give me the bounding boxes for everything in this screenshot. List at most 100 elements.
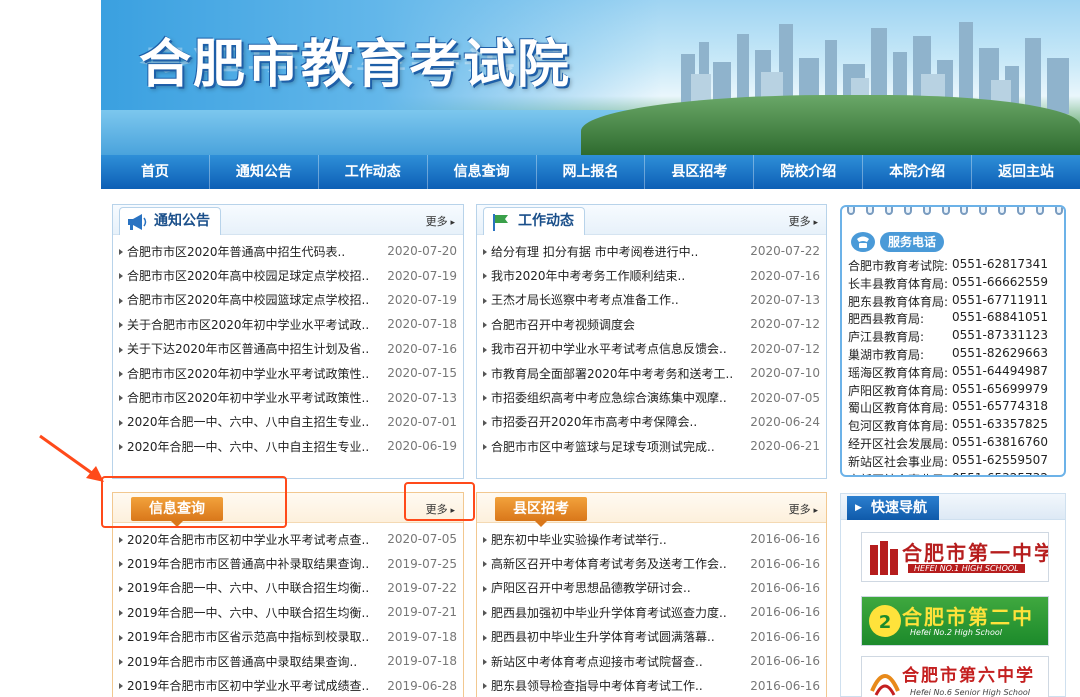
phone-number: 0551-65699979 bbox=[952, 381, 1048, 396]
phone-number: 0551-87331123 bbox=[952, 328, 1048, 343]
list-item[interactable]: 关于合肥市市区2020年初中学业水平考试政.. 2020-07-18 bbox=[113, 312, 463, 336]
list-item-title: 关于下达2020年市区普通高中招生计划及省.. bbox=[127, 342, 370, 357]
service-phone-row: 庐江县教育局: 0551-87331123 bbox=[848, 328, 1064, 346]
list-item-title: 肥东初中毕业实验操作考试举行.. bbox=[491, 532, 667, 547]
notices-title: 通知公告 bbox=[154, 213, 210, 229]
list-item[interactable]: 高新区召开中考体育考试考务及送考工作会.. 2016-06-16 bbox=[477, 551, 826, 575]
list-item-date: 2020-07-15 bbox=[387, 366, 457, 381]
list-item-title: 合肥市市区2020年初中学业水平考试政策性.. bbox=[127, 391, 370, 406]
list-item-title: 2019年合肥市市区普通高中补录取结果查询.. bbox=[127, 557, 370, 572]
list-item[interactable]: 新站区中考体育考点迎接市考试院督查.. 2016-06-16 bbox=[477, 649, 826, 673]
list-item[interactable]: 2019年合肥一中、六中、八中联合招生均衡.. 2019-07-21 bbox=[113, 600, 463, 624]
list-item[interactable]: 关于下达2020年市区普通高中招生计划及省.. 2020-07-16 bbox=[113, 337, 463, 361]
phone-number: 0551-65325732 bbox=[952, 471, 1048, 475]
work-updates-list: 给分有理 扣分有据 市中考阅卷进行中.. 2020-07-22 我市2020年中考考… bbox=[477, 235, 826, 459]
county-exams-panel: 县区招考 更多 肥东初中毕业实验操作考试举行..2016-06-16高新区召开中… bbox=[476, 492, 827, 697]
school-name: 合肥市第二中 bbox=[902, 605, 1034, 629]
list-item[interactable]: 肥东县领导检查指导中考体育考试工作.. 2016-06-16 bbox=[477, 673, 826, 697]
list-item-date: 2020-06-24 bbox=[750, 414, 820, 429]
list-item[interactable]: 我市2020年中考考务工作顺利结束.. 2020-07-16 bbox=[477, 263, 826, 287]
list-item[interactable]: 合肥市召开中考视频调度会 2020-07-12 bbox=[477, 312, 826, 336]
list-item[interactable]: 2020年合肥一中、六中、八中自主招生专业.. 2020-07-01 bbox=[113, 410, 463, 434]
office-name: 高新区社会事业局: bbox=[848, 471, 952, 475]
list-item[interactable]: 肥东初中毕业实验操作考试举行.. 2016-06-16 bbox=[477, 527, 826, 551]
list-item[interactable]: 王杰才局长巡察中考考点准备工作.. 2020-07-13 bbox=[477, 288, 826, 312]
list-item[interactable]: 2019年合肥市市区普通高中补录取结果查询.. 2019-07-25 bbox=[113, 551, 463, 575]
list-item[interactable]: 肥西县加强初中毕业升学体育考试巡查力度.. 2016-06-16 bbox=[477, 600, 826, 624]
list-item-title: 2020年合肥市市区初中学业水平考试考点查.. bbox=[127, 532, 370, 547]
list-item[interactable]: 合肥市市区2020年初中学业水平考试政策性.. 2020-07-13 bbox=[113, 385, 463, 409]
service-phone-row: 巢湖市教育局: 0551-82629663 bbox=[848, 346, 1064, 364]
office-name: 经开区社会发展局: bbox=[848, 436, 949, 451]
school-link-hefei-no2[interactable]: 2 合肥市第二中 Hefei No.2 High School bbox=[861, 596, 1049, 646]
list-item-date: 2020-07-19 bbox=[387, 268, 457, 283]
list-item[interactable]: 庐阳区召开中考思想品德教学研讨会.. 2016-06-16 bbox=[477, 576, 826, 600]
list-item-title: 2019年合肥一中、六中、八中联合招生均衡.. bbox=[127, 581, 370, 596]
list-item[interactable]: 给分有理 扣分有据 市中考阅卷进行中.. 2020-07-22 bbox=[477, 239, 826, 263]
office-name: 蜀山区教育体育局: bbox=[848, 401, 949, 416]
annotation-arrow-icon bbox=[39, 434, 104, 482]
list-item-date: 2020-07-12 bbox=[750, 317, 820, 332]
service-phone-row: 瑶海区教育体育局: 0551-64494987 bbox=[848, 364, 1064, 382]
office-name: 瑶海区教育体育局: bbox=[848, 365, 949, 380]
list-item[interactable]: 合肥市市区2020年高中校园足球定点学校招.. 2020-07-19 bbox=[113, 263, 463, 287]
phone-number: 0551-63816760 bbox=[952, 434, 1048, 449]
list-item[interactable]: 我市召开初中学业水平考试考点信息反馈会.. 2020-07-12 bbox=[477, 337, 826, 361]
list-item-title: 合肥市市区2020年高中校园足球定点学校招.. bbox=[127, 269, 370, 284]
nav-main-site[interactable]: 返回主站 bbox=[972, 155, 1080, 189]
list-item-title: 我市召开初中学业水平考试考点信息反馈会.. bbox=[491, 342, 727, 357]
nav-home[interactable]: 首页 bbox=[101, 155, 210, 189]
service-phone-row: 新站区社会事业局: 0551-62559507 bbox=[848, 453, 1064, 471]
list-item[interactable]: 合肥市市区中考篮球与足球专项测试完成.. 2020-06-21 bbox=[477, 434, 826, 458]
phone-number: 0551-66662559 bbox=[952, 274, 1048, 289]
header-banner: 合肥市教育考试院 合肥市教育考试院 bbox=[101, 0, 1080, 155]
phone-icon bbox=[851, 232, 875, 252]
nav-notices[interactable]: 通知公告 bbox=[210, 155, 319, 189]
list-item-date: 2020-07-19 bbox=[387, 292, 457, 307]
list-item-title: 市招委组织高考中考应急综合演练集中观摩.. bbox=[491, 391, 727, 406]
school-link-hefei-no1[interactable]: 合肥市第一中学 HEFEI NO.1 HIGH SCHOOL bbox=[861, 532, 1049, 582]
phone-number: 0551-62559507 bbox=[952, 452, 1048, 467]
nav-info-query[interactable]: 信息查询 bbox=[428, 155, 537, 189]
list-item-date: 2019-07-21 bbox=[387, 605, 457, 620]
list-item[interactable]: 合肥市市区2020年普通高中招生代码表.. 2020-07-20 bbox=[113, 239, 463, 263]
list-item-date: 2020-07-13 bbox=[750, 292, 820, 307]
nav-about[interactable]: 本院介绍 bbox=[863, 155, 973, 189]
list-item[interactable]: 2019年合肥市市区初中学业水平考试成绩查.. 2019-06-28 bbox=[113, 673, 463, 697]
office-name: 庐阳区教育体育局: bbox=[848, 383, 949, 398]
list-item-date: 2016-06-16 bbox=[750, 678, 820, 693]
list-item-title: 王杰才局长巡察中考考点准备工作.. bbox=[491, 293, 679, 308]
phone-number: 0551-82629663 bbox=[952, 345, 1048, 360]
work-updates-header: 工作动态 更多 bbox=[477, 205, 826, 235]
nav-county-exams[interactable]: 县区招考 bbox=[645, 155, 755, 189]
nav-schools[interactable]: 院校介绍 bbox=[754, 155, 864, 189]
list-item[interactable]: 2019年合肥市市区普通高中录取结果查询.. 2019-07-18 bbox=[113, 649, 463, 673]
main-nav: 首页 通知公告 工作动态 信息查询 网上报名 县区招考 院校介绍 本院介绍 返回… bbox=[101, 155, 1080, 189]
work-updates-more-link[interactable]: 更多 bbox=[789, 213, 818, 229]
list-item[interactable]: 肥西县初中毕业生升学体育考试圆满落幕.. 2016-06-16 bbox=[477, 625, 826, 649]
list-item[interactable]: 合肥市市区2020年高中校园篮球定点学校招.. 2020-07-19 bbox=[113, 288, 463, 312]
nav-work-updates[interactable]: 工作动态 bbox=[319, 155, 428, 189]
list-item[interactable]: 2019年合肥市市区省示范高中指标到校录取.. 2019-07-18 bbox=[113, 625, 463, 649]
county-exams-more-link[interactable]: 更多 bbox=[789, 501, 818, 517]
list-item-date: 2020-07-12 bbox=[750, 341, 820, 356]
list-item[interactable]: 2019年合肥一中、六中、八中联合招生均衡.. 2019-07-22 bbox=[113, 576, 463, 600]
office-name: 庐江县教育局: bbox=[848, 330, 925, 345]
list-item[interactable]: 市教育局全面部署2020年中考考务和送考工.. 2020-07-10 bbox=[477, 361, 826, 385]
service-phone-panel: 服务电话 合肥市教育考试院: 0551-62817341 长丰县教育体育局: 0551… bbox=[840, 205, 1066, 477]
flag-icon bbox=[493, 214, 508, 231]
phone-number: 0551-67711911 bbox=[952, 292, 1048, 307]
list-item-title: 市教育局全面部署2020年中考考务和送考工.. bbox=[491, 366, 734, 381]
notices-panel: 通知公告 更多 合肥市市区2020年普通高中招生代码表..2020-07-20合… bbox=[112, 204, 464, 479]
list-item[interactable]: 2020年合肥市市区初中学业水平考试考点查.. 2020-07-05 bbox=[113, 527, 463, 551]
list-item[interactable]: 2020年合肥一中、六中、八中自主招生专业.. 2020-06-19 bbox=[113, 434, 463, 458]
list-item[interactable]: 市招委召开2020年市高考中考保障会.. 2020-06-24 bbox=[477, 410, 826, 434]
highlight-box-info-query-tab bbox=[101, 476, 287, 528]
list-item-title: 关于合肥市市区2020年初中学业水平考试政.. bbox=[127, 317, 370, 332]
list-item-date: 2020-07-13 bbox=[387, 390, 457, 405]
school-link-hefei-no6[interactable]: 合肥市第六中学 Hefei No.6 Senior High School bbox=[861, 656, 1049, 697]
list-item[interactable]: 市招委组织高考中考应急综合演练集中观摩.. 2020-07-05 bbox=[477, 385, 826, 409]
notices-more-link[interactable]: 更多 bbox=[426, 213, 455, 229]
nav-online-registration[interactable]: 网上报名 bbox=[537, 155, 646, 189]
list-item[interactable]: 合肥市市区2020年初中学业水平考试政策性.. 2020-07-15 bbox=[113, 361, 463, 385]
